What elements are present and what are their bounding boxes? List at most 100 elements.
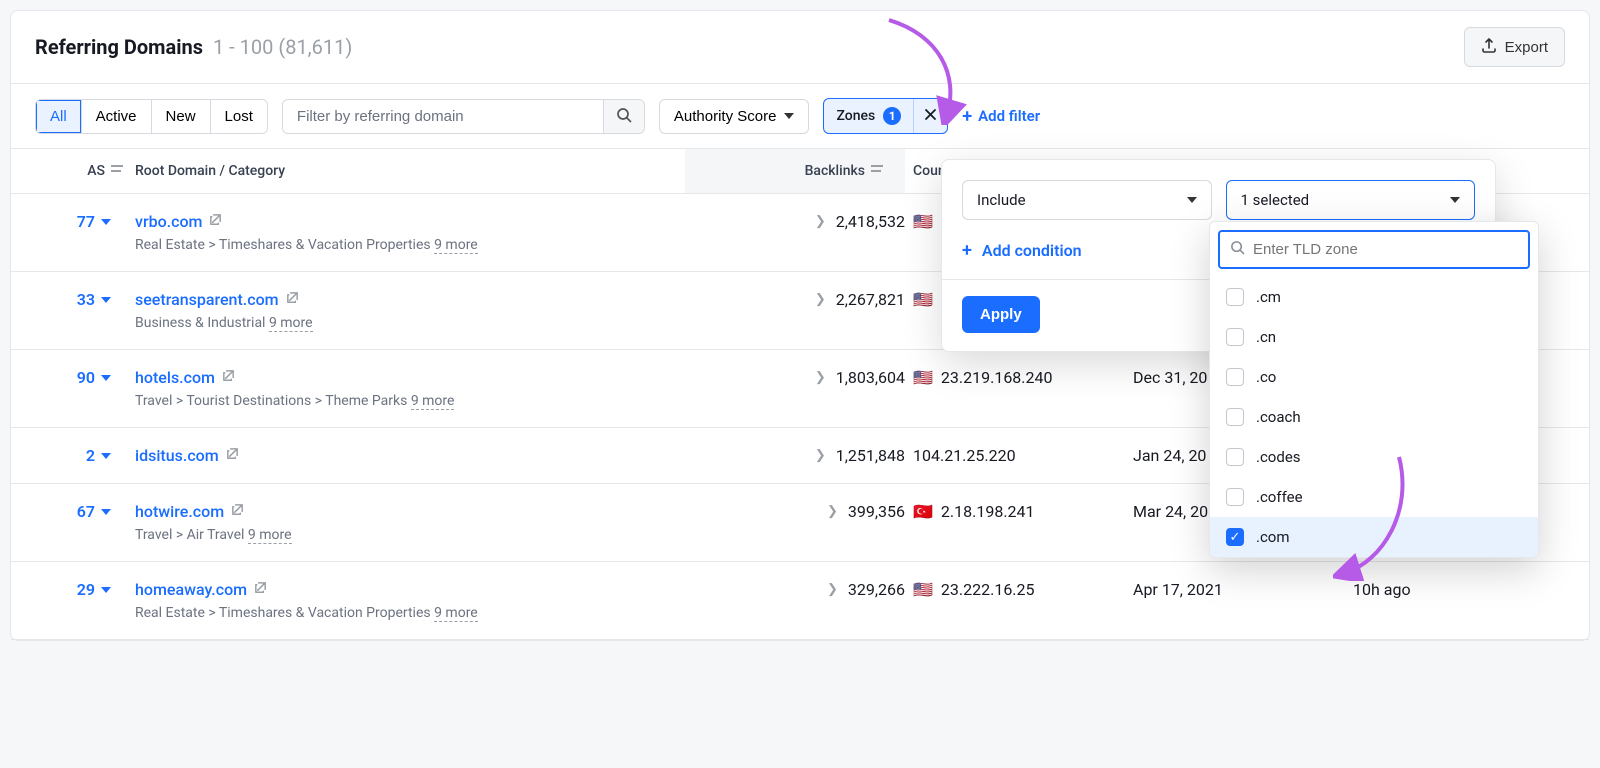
tld-search-input[interactable]	[1253, 241, 1518, 258]
backlinks-value: 399,356	[848, 502, 905, 521]
zones-label: Zones	[836, 108, 875, 124]
backlinks-value: 2,418,532	[836, 212, 905, 231]
authority-score-dropdown[interactable]: Authority Score	[659, 99, 810, 134]
external-link-icon	[285, 290, 300, 309]
search-icon	[616, 111, 632, 126]
chevron-right-icon[interactable]: ❯	[827, 582, 838, 597]
chevron-down-icon	[101, 219, 111, 225]
checkbox: ✓	[1226, 528, 1244, 546]
external-link-icon	[221, 368, 236, 387]
apply-button[interactable]: Apply	[962, 296, 1040, 333]
backlinks-value: 329,266	[848, 580, 905, 599]
as-cell[interactable]: 2	[25, 446, 125, 465]
chevron-right-icon[interactable]: ❯	[815, 214, 826, 229]
status-tabs: All Active New Lost	[35, 99, 268, 134]
category-text: Travel > Tourist Destinations > Theme Pa…	[135, 393, 685, 409]
ip-text: 104.21.25.220	[913, 446, 1016, 465]
flag-icon: 🇺🇸	[913, 580, 933, 599]
checkbox	[1226, 288, 1244, 306]
chevron-right-icon[interactable]: ❯	[827, 504, 838, 519]
tld-option[interactable]: .cn	[1210, 317, 1538, 357]
ip-text: 2.18.198.241	[941, 502, 1035, 521]
col-root-domain[interactable]: Root Domain / Category	[125, 163, 685, 179]
as-cell[interactable]: 33	[25, 290, 125, 309]
external-link-icon	[225, 446, 240, 465]
add-condition-button[interactable]: + Add condition	[962, 240, 1082, 261]
tld-label: .co	[1256, 368, 1276, 386]
col-backlinks[interactable]: Backlinks	[685, 149, 905, 193]
as-cell[interactable]: 77	[25, 212, 125, 231]
tld-option[interactable]: .co	[1210, 357, 1538, 397]
chevron-down-icon	[101, 453, 111, 459]
as-cell[interactable]: 90	[25, 368, 125, 387]
zones-filter[interactable]: Zones 1	[824, 99, 913, 133]
tld-option[interactable]: ✓ .com	[1210, 517, 1538, 557]
tab-lost[interactable]: Lost	[211, 100, 267, 133]
search-button[interactable]	[603, 100, 644, 133]
chevron-down-icon	[101, 375, 111, 381]
zones-count-badge: 1	[883, 107, 901, 125]
as-cell[interactable]: 67	[25, 502, 125, 521]
col-as[interactable]: AS	[25, 163, 125, 179]
export-label: Export	[1505, 39, 1548, 56]
search-icon	[1230, 240, 1245, 259]
page-title: Referring Domains	[35, 35, 203, 59]
flag-icon: 🇹🇷	[913, 502, 933, 521]
more-link[interactable]: 9 more	[248, 527, 292, 544]
chevron-right-icon[interactable]: ❯	[815, 292, 826, 307]
search-input[interactable]	[283, 100, 603, 133]
ip-text: 23.222.16.25	[941, 580, 1035, 599]
tab-new[interactable]: New	[152, 100, 211, 133]
domain-link[interactable]: homeaway.com	[135, 580, 268, 599]
more-link[interactable]: 9 more	[411, 393, 455, 410]
add-filter-label: Add filter	[978, 107, 1040, 125]
tld-label: .com	[1256, 528, 1290, 546]
external-link-icon	[208, 212, 223, 231]
backlinks-value: 2,267,821	[836, 290, 905, 309]
plus-icon: +	[962, 240, 972, 261]
category-text: Real Estate > Timeshares & Vacation Prop…	[135, 237, 685, 253]
export-button[interactable]: Export	[1464, 27, 1565, 67]
add-filter-button[interactable]: + Add filter	[962, 106, 1040, 127]
tld-label: .codes	[1256, 448, 1301, 466]
checkbox	[1226, 368, 1244, 386]
chevron-right-icon[interactable]: ❯	[815, 448, 826, 463]
chevron-down-icon	[101, 587, 111, 593]
more-link[interactable]: 9 more	[269, 315, 313, 332]
tld-option[interactable]: .cm	[1210, 277, 1538, 317]
checkbox	[1226, 408, 1244, 426]
external-link-icon	[230, 502, 245, 521]
tld-selected-select[interactable]: 1 selected	[1226, 180, 1476, 220]
as-cell[interactable]: 29	[25, 580, 125, 599]
flag-icon: 🇺🇸	[913, 290, 933, 309]
domain-link[interactable]: vrbo.com	[135, 212, 223, 231]
flag-icon: 🇺🇸	[913, 368, 933, 387]
tld-search-wrap	[1218, 230, 1530, 269]
chevron-down-icon	[1450, 197, 1460, 203]
tab-all[interactable]: All	[36, 100, 82, 133]
flag-icon: 🇺🇸	[913, 212, 933, 231]
backlinks-value: 1,803,604	[836, 368, 905, 387]
ip-text: 23.219.168.240	[941, 368, 1053, 387]
tab-active[interactable]: Active	[82, 100, 152, 133]
tld-option[interactable]: .coffee	[1210, 477, 1538, 517]
chevron-right-icon[interactable]: ❯	[815, 370, 826, 385]
tld-option[interactable]: .coach	[1210, 397, 1538, 437]
category-text: Real Estate > Timeshares & Vacation Prop…	[135, 605, 685, 621]
domain-link[interactable]: idsitus.com	[135, 446, 240, 465]
include-label: Include	[977, 191, 1026, 209]
more-link[interactable]: 9 more	[434, 237, 478, 254]
domain-link[interactable]: hotwire.com	[135, 502, 245, 521]
domain-link[interactable]: seetransparent.com	[135, 290, 300, 309]
include-select[interactable]: Include	[962, 180, 1212, 220]
selected-label: 1 selected	[1241, 191, 1310, 209]
close-icon	[924, 108, 937, 125]
domain-link[interactable]: hotels.com	[135, 368, 236, 387]
more-link[interactable]: 9 more	[434, 605, 478, 622]
tld-label: .cm	[1256, 288, 1281, 306]
tld-option[interactable]: .codes	[1210, 437, 1538, 477]
table-row: 29 homeaway.com Real Estate > Timeshares…	[11, 562, 1589, 640]
backlinks-value: 1,251,848	[836, 446, 905, 465]
zones-clear-button[interactable]	[913, 99, 947, 133]
tld-dropdown: .cm .cn .co .coach .codes .coffee ✓ .com	[1209, 221, 1539, 558]
